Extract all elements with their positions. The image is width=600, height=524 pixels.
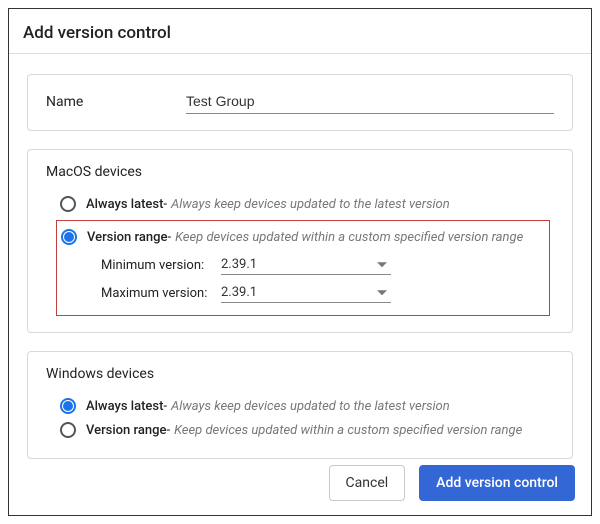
radio-label: Version range xyxy=(87,230,167,245)
windows-section-title: Windows devices xyxy=(46,366,554,382)
maximum-version-select[interactable]: 2.39.1 xyxy=(221,283,391,303)
name-card: Name xyxy=(27,74,573,131)
windows-card: Windows devices Always latest - Always k… xyxy=(27,351,573,459)
macos-radio-version-range[interactable]: Version range - Keep devices updated wit… xyxy=(57,225,549,249)
radio-icon xyxy=(61,229,77,245)
radio-label: Always latest xyxy=(86,399,163,414)
macos-radio-always-latest[interactable]: Always latest - Always keep devices upda… xyxy=(46,192,554,216)
maximum-version-row: Maximum version: 2.39.1 xyxy=(57,277,549,305)
minimum-version-row: Minimum version: 2.39.1 xyxy=(57,249,549,277)
radio-label: Version range xyxy=(86,423,166,438)
windows-radio-version-range[interactable]: Version range - Keep devices updated wit… xyxy=(46,418,554,442)
maximum-version-label: Maximum version: xyxy=(101,286,221,301)
minimum-version-select[interactable]: 2.39.1 xyxy=(221,255,391,275)
radio-icon xyxy=(60,422,76,438)
add-version-control-button[interactable]: Add version control xyxy=(419,465,575,501)
macos-version-range-highlight: Version range - Keep devices updated wit… xyxy=(56,220,550,316)
minimum-version-label: Minimum version: xyxy=(101,258,221,273)
dialog-footer: Cancel Add version control xyxy=(329,465,575,501)
dropdown-icon xyxy=(377,262,387,267)
radio-desc: Always keep devices updated to the lates… xyxy=(171,399,450,414)
minimum-version-value: 2.39.1 xyxy=(221,257,257,272)
radio-label: Always latest xyxy=(86,197,163,212)
radio-desc: Keep devices updated within a custom spe… xyxy=(175,230,523,245)
radio-icon xyxy=(60,398,76,414)
macos-section-title: MacOS devices xyxy=(46,164,554,180)
radio-icon xyxy=(60,196,76,212)
name-input[interactable] xyxy=(186,89,554,114)
add-version-control-dialog: Add version control Name MacOS devices A… xyxy=(8,8,592,516)
radio-desc: Always keep devices updated to the lates… xyxy=(171,197,450,212)
radio-desc: Keep devices updated within a custom spe… xyxy=(174,423,522,438)
dialog-body: Name MacOS devices Always latest - Alway… xyxy=(9,53,591,459)
dialog-title: Add version control xyxy=(9,23,591,53)
windows-radio-always-latest[interactable]: Always latest - Always keep devices upda… xyxy=(46,394,554,418)
maximum-version-value: 2.39.1 xyxy=(221,285,257,300)
dropdown-icon xyxy=(377,290,387,295)
macos-card: MacOS devices Always latest - Always kee… xyxy=(27,149,573,333)
name-label: Name xyxy=(46,94,186,110)
cancel-button[interactable]: Cancel xyxy=(329,465,406,501)
